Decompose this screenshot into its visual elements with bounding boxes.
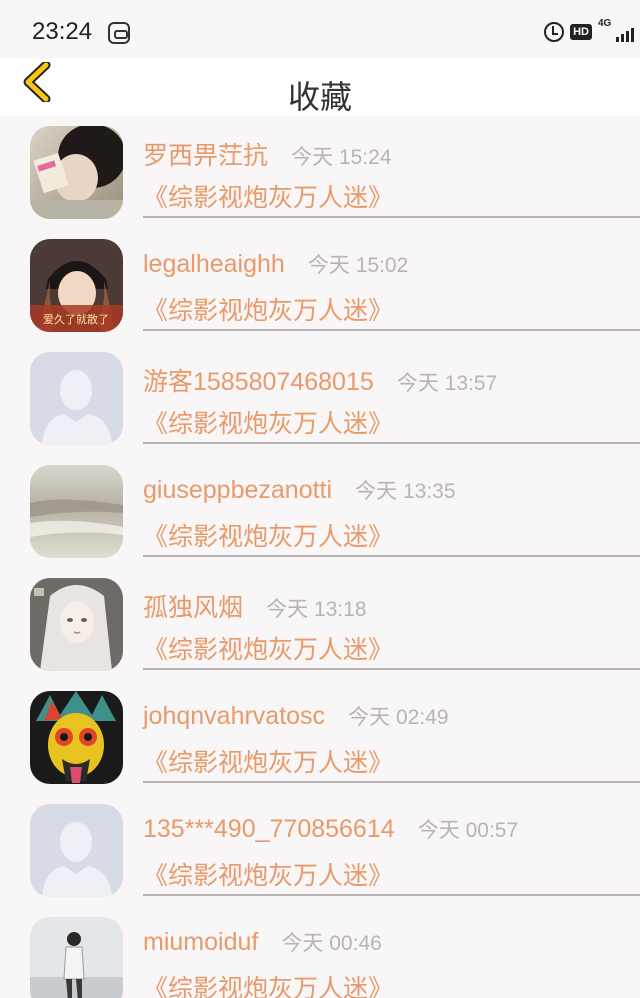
username[interactable]: 孤独风烟	[143, 594, 243, 622]
signal-icon: 4G	[598, 18, 634, 42]
timestamp: 今天 15:02	[307, 254, 409, 277]
list-item-content: miumoiduf 今天 00:46 《综影视炮灰万人迷》	[143, 907, 640, 998]
timestamp: 今天 13:57	[396, 372, 498, 395]
username[interactable]: legalheaighh	[143, 250, 285, 278]
nav-bar: 收藏	[0, 58, 640, 116]
username[interactable]: 游客1585807468015	[143, 368, 374, 396]
favorites-list: 罗西畀茳抗 今天 15:24 《综影视炮灰万人迷》 爱久了就散了 legalhe…	[0, 116, 640, 998]
username[interactable]: 罗西畀茳抗	[143, 142, 268, 170]
avatar[interactable]	[30, 465, 123, 558]
alarm-icon	[544, 22, 565, 42]
list-item-content: giuseppbezanotti 今天 13:35 《综影视炮灰万人迷》	[143, 455, 640, 557]
screen-recorder-icon	[108, 22, 130, 44]
book-title[interactable]: 《综影视炮灰万人迷》	[143, 856, 393, 892]
list-item[interactable]: 爱久了就散了 legalheaighh 今天 15:02 《综影视炮灰万人迷》	[0, 229, 640, 342]
avatar[interactable]	[30, 126, 123, 219]
timestamp: 今天 02:49	[348, 706, 449, 729]
list-item[interactable]: 罗西畀茳抗 今天 15:24 《综影视炮灰万人迷》	[0, 116, 640, 229]
username[interactable]: johqnvahrvatosc	[143, 702, 325, 730]
status-bar: 23:24 HD 4G	[0, 0, 640, 58]
list-item-content: 135***490_770856614 今天 00:57 《综影视炮灰万人迷》	[143, 794, 640, 896]
username[interactable]: miumoiduf	[143, 928, 258, 956]
book-title[interactable]: 《综影视炮灰万人迷》	[143, 517, 393, 553]
list-item-content: 罗西畀茳抗 今天 15:24 《综影视炮灰万人迷》	[143, 116, 640, 218]
default-avatar-icon	[30, 804, 123, 897]
list-item[interactable]: giuseppbezanotti 今天 13:35 《综影视炮灰万人迷》	[0, 455, 640, 568]
avatar-caption: 爱久了就散了	[43, 312, 109, 326]
default-avatar-icon	[30, 352, 123, 445]
timestamp: 今天 13:18	[266, 598, 367, 621]
book-title[interactable]: 《综影视炮灰万人迷》	[143, 178, 393, 214]
hd-icon: HD	[570, 24, 592, 40]
timestamp: 今天 00:46	[281, 932, 382, 955]
avatar[interactable]	[30, 691, 123, 784]
timestamp: 今天 15:24	[291, 146, 392, 169]
avatar[interactable]	[30, 352, 123, 445]
book-title[interactable]: 《综影视炮灰万人迷》	[143, 630, 393, 666]
list-item[interactable]: 135***490_770856614 今天 00:57 《综影视炮灰万人迷》	[0, 794, 640, 907]
timestamp: 今天 13:35	[355, 480, 456, 503]
page-title: 收藏	[287, 78, 352, 116]
list-item[interactable]: 孤独风烟 今天 13:18 《综影视炮灰万人迷》	[0, 568, 640, 681]
status-icons: HD 4G	[544, 18, 634, 42]
list-item-content: legalheaighh 今天 15:02 《综影视炮灰万人迷》	[143, 229, 640, 331]
book-title[interactable]: 《综影视炮灰万人迷》	[143, 743, 393, 779]
list-item-content: johqnvahrvatosc 今天 02:49 《综影视炮灰万人迷》	[143, 681, 640, 783]
list-item[interactable]: 游客1585807468015 今天 13:57 《综影视炮灰万人迷》	[0, 342, 640, 455]
avatar[interactable]	[30, 578, 123, 671]
avatar[interactable]	[30, 917, 123, 998]
avatar[interactable]: 爱久了就散了	[30, 239, 123, 332]
list-item[interactable]: miumoiduf 今天 00:46 《综影视炮灰万人迷》	[0, 907, 640, 998]
avatar[interactable]	[30, 804, 123, 897]
book-title[interactable]: 《综影视炮灰万人迷》	[143, 969, 393, 998]
list-item-content: 游客1585807468015 今天 13:57 《综影视炮灰万人迷》	[143, 342, 640, 444]
list-item-content: 孤独风烟 今天 13:18 《综影视炮灰万人迷》	[143, 568, 640, 670]
status-time: 23:24	[32, 18, 93, 45]
book-title[interactable]: 《综影视炮灰万人迷》	[143, 291, 393, 327]
book-title[interactable]: 《综影视炮灰万人迷》	[143, 404, 393, 440]
timestamp: 今天 00:57	[417, 819, 519, 842]
username[interactable]: 135***490_770856614	[143, 815, 395, 843]
network-type-label: 4G	[598, 18, 612, 29]
username[interactable]: giuseppbezanotti	[143, 476, 332, 504]
list-item[interactable]: johqnvahrvatosc 今天 02:49 《综影视炮灰万人迷》	[0, 681, 640, 794]
